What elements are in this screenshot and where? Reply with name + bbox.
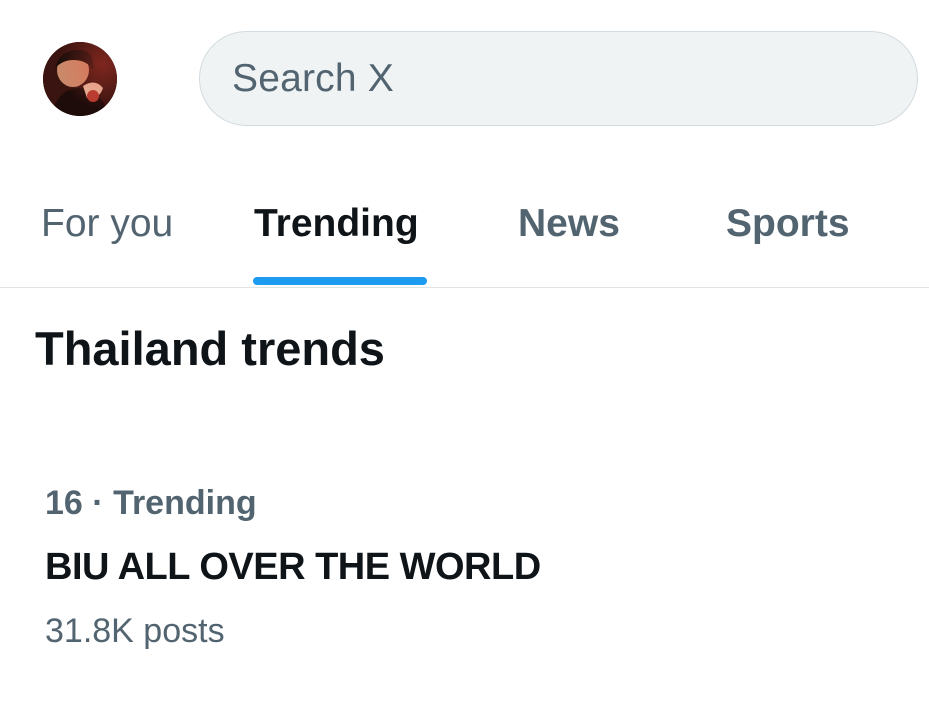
active-tab-indicator: [253, 277, 427, 285]
tab-for-you[interactable]: For you: [41, 202, 173, 246]
trend-category: Trending: [113, 484, 257, 522]
search-placeholder: Search X: [232, 56, 395, 100]
trend-rank: 16: [45, 484, 83, 522]
trend-name: BIU ALL OVER THE WORLD: [45, 546, 541, 588]
tab-news[interactable]: News: [518, 202, 620, 246]
avatar-image-icon: [43, 42, 117, 116]
tab-sports[interactable]: Sports: [726, 202, 850, 246]
search-input[interactable]: Search X: [199, 31, 918, 126]
profile-avatar[interactable]: [43, 42, 117, 116]
trend-post-count: 31.8K posts: [45, 612, 225, 650]
tab-trending[interactable]: Trending: [254, 202, 419, 246]
trend-meta: 16 · Trending: [45, 484, 257, 523]
explore-page: Search X For you Trending News Sports Th…: [0, 0, 929, 715]
trend-item[interactable]: 16 · Trending BIU ALL OVER THE WORLD 31.…: [0, 470, 929, 670]
explore-tabs: For you Trending News Sports: [0, 170, 929, 288]
trend-separator: ·: [92, 484, 104, 522]
section-title: Thailand trends: [35, 322, 385, 375]
